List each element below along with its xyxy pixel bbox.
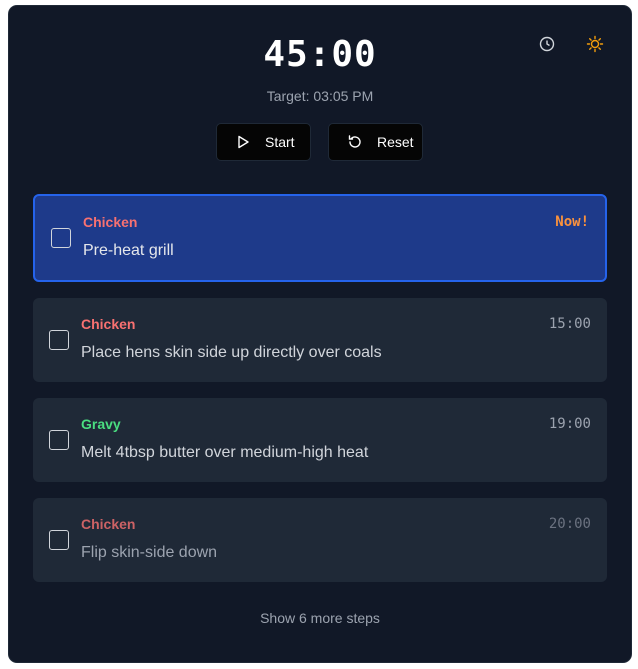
start-label: Start — [265, 134, 295, 150]
clock-icon[interactable] — [535, 32, 559, 56]
step-description: Melt 4tbsp butter over medium-high heat — [81, 444, 369, 461]
step-time: 15:00 — [548, 316, 591, 332]
timer-panel: 45:00 Target: 03:05 PM Start Reset Chick… — [9, 6, 631, 662]
step-description: Pre-heat grill — [83, 242, 174, 259]
step-time: Now! — [555, 214, 589, 230]
step-checkbox[interactable] — [49, 330, 69, 350]
start-button[interactable]: Start — [216, 123, 311, 161]
reset-icon — [347, 134, 363, 150]
step-card[interactable]: Chicken Place hens skin side up directly… — [33, 298, 607, 382]
step-card[interactable]: Chicken Pre-heat grill Now! — [33, 194, 607, 282]
step-time: 20:00 — [548, 516, 591, 532]
step-category: Gravy — [81, 416, 121, 432]
step-checkbox[interactable] — [49, 430, 69, 450]
step-card[interactable]: Gravy Melt 4tbsp butter over medium-high… — [33, 398, 607, 482]
show-more-link[interactable]: Show 6 more steps — [9, 610, 631, 626]
reset-label: Reset — [377, 134, 414, 150]
sun-icon[interactable] — [583, 32, 607, 56]
step-category: Chicken — [81, 316, 136, 332]
target-time: Target: 03:05 PM — [266, 88, 374, 104]
step-checkbox[interactable] — [51, 228, 71, 248]
play-icon — [235, 134, 251, 150]
step-description: Place hens skin side up directly over co… — [81, 344, 382, 361]
step-description: Flip skin-side down — [81, 544, 218, 561]
step-category: Chicken — [81, 516, 136, 532]
step-checkbox[interactable] — [49, 530, 69, 550]
step-category: Chicken — [83, 214, 138, 230]
reset-button[interactable]: Reset — [328, 123, 423, 161]
step-time: 19:00 — [548, 416, 591, 432]
step-card[interactable]: Chicken Flip skin-side down 20:00 — [33, 498, 607, 582]
